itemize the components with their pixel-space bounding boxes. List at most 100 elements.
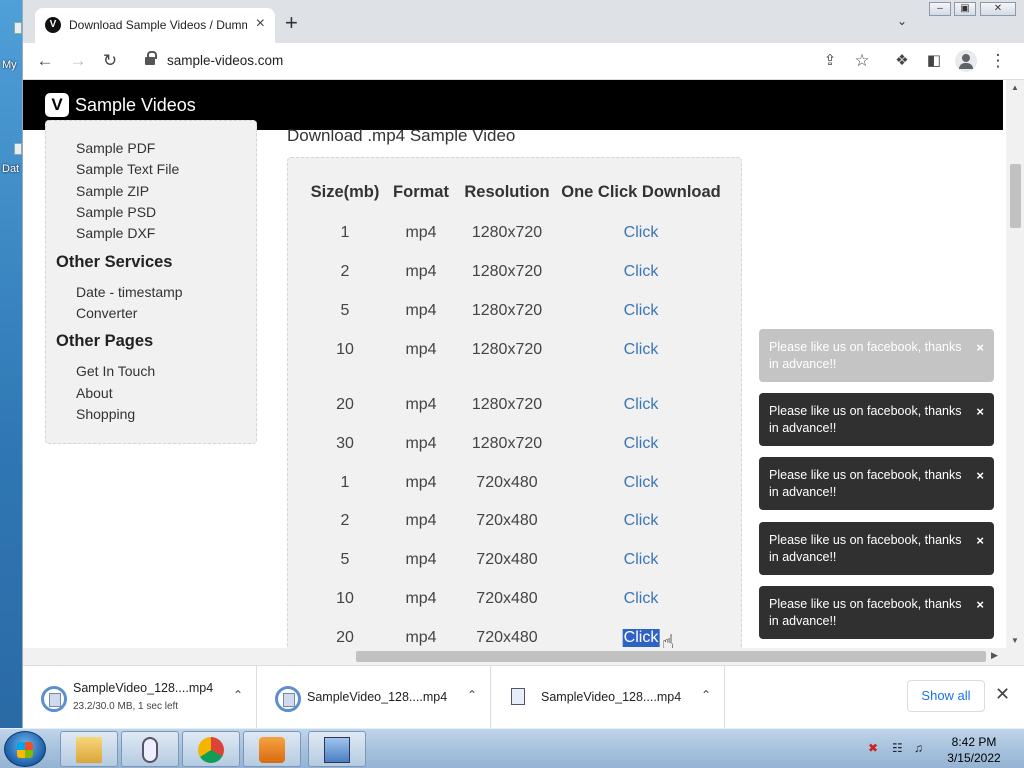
profile-avatar-icon[interactable]: [955, 50, 977, 72]
site-logo-icon[interactable]: V: [45, 93, 69, 117]
download-item[interactable]: SampleVideo_128....mp4 23.2/30.0 MB, 1 s…: [23, 666, 257, 729]
desktop-icon[interactable]: [14, 143, 22, 155]
scroll-down-arrow-icon[interactable]: ▼: [1011, 636, 1019, 645]
maximize-button[interactable]: ▣: [954, 2, 976, 16]
download-filename: SampleVideo_128....mp4: [541, 690, 682, 704]
facebook-toast: Please like us on facebook, thanks in ad…: [759, 586, 994, 639]
horizontal-scroll-thumb[interactable]: [356, 651, 986, 662]
horizontal-scrollbar[interactable]: ▶: [23, 648, 1024, 665]
download-click-link[interactable]: Click: [624, 341, 659, 359]
table-cell: mp4: [405, 590, 437, 607]
toast-message: Please like us on facebook, thanks in ad…: [769, 597, 962, 628]
site-favicon-icon: V: [45, 17, 61, 33]
scroll-up-arrow-icon[interactable]: ▲: [1011, 83, 1019, 92]
table-cell: 1: [340, 474, 350, 491]
chevron-up-icon[interactable]: ⌃: [467, 688, 477, 702]
sidebar-link-get-in-touch[interactable]: Get In Touch: [76, 363, 155, 379]
sidebar-link-sample-pdf[interactable]: Sample PDF: [76, 140, 155, 156]
close-window-button[interactable]: ✕: [980, 2, 1016, 16]
network-icon[interactable]: ☷: [892, 741, 906, 755]
download-progress-icon: [41, 686, 67, 712]
toast-close-icon[interactable]: ×: [976, 339, 984, 356]
table-cell: 2: [340, 512, 350, 529]
folder-icon: [76, 737, 102, 763]
reload-icon[interactable]: ↻: [100, 51, 120, 71]
sidebar-link-converter[interactable]: Converter: [76, 305, 137, 321]
taskbar-mouse-button[interactable]: [121, 731, 179, 767]
taskbar-remote-button[interactable]: [308, 731, 366, 767]
chevron-up-icon[interactable]: ⌃: [701, 688, 711, 702]
vertical-scrollbar[interactable]: ▲ ▼: [1006, 80, 1024, 648]
sidebar-link-sample-text-file[interactable]: Sample Text File: [76, 161, 179, 177]
toast-message: Please like us on facebook, thanks in ad…: [769, 340, 962, 371]
sidebar-link-shopping[interactable]: Shopping: [76, 406, 135, 422]
sidebar-link-date-timestamp[interactable]: Date - timestamp: [76, 284, 183, 300]
download-click-link[interactable]: Click: [624, 396, 659, 414]
new-tab-icon[interactable]: +: [285, 12, 298, 34]
sidebar-link-sample-dxf[interactable]: Sample DXF: [76, 225, 155, 241]
volume-icon[interactable]: ♫: [914, 741, 928, 755]
address-bar[interactable]: sample-videos.com: [167, 53, 283, 68]
facebook-toast: Please like us on facebook, thanks in ad…: [759, 457, 994, 510]
menu-kebab-icon[interactable]: ⋮: [988, 51, 1008, 71]
network-error-icon[interactable]: ✖: [868, 741, 882, 755]
download-click-link[interactable]: Click: [624, 512, 659, 530]
sidebar-link-about[interactable]: About: [76, 385, 113, 401]
taskbar-chrome-button[interactable]: [182, 731, 240, 767]
browser-tab[interactable]: V Download Sample Videos / Dummy Videos …: [35, 8, 275, 43]
tab-close-icon[interactable]: ×: [256, 15, 265, 33]
sidebar-heading-other-pages: Other Pages: [56, 332, 154, 350]
download-click-link[interactable]: Click: [624, 435, 659, 453]
lock-icon[interactable]: [145, 51, 157, 67]
download-item[interactable]: SampleVideo_128....mp4 ⌃: [257, 666, 491, 729]
back-arrow-icon[interactable]: ←: [35, 51, 55, 71]
toast-close-icon[interactable]: ×: [976, 596, 984, 613]
toast-close-icon[interactable]: ×: [976, 403, 984, 420]
download-click-link[interactable]: Click: [624, 302, 659, 320]
table-cell: 2: [340, 263, 350, 280]
clock-date: 3/15/2022: [947, 751, 1001, 765]
column-header: Format: [393, 183, 449, 201]
download-click-link[interactable]: Click: [624, 263, 659, 281]
table-cell: mp4: [405, 435, 437, 452]
side-panel-icon[interactable]: ◧: [924, 51, 944, 71]
desktop-icon-label: Dat: [2, 163, 20, 175]
close-downloads-icon[interactable]: ✕: [995, 684, 1010, 705]
clock[interactable]: 8:42 PM 3/15/2022: [936, 734, 1012, 766]
sidebar-link-sample-psd[interactable]: Sample PSD: [76, 204, 156, 220]
share-icon[interactable]: ⇪: [820, 51, 840, 71]
chevron-up-icon[interactable]: ⌃: [233, 688, 243, 702]
download-click-link[interactable]: Click: [622, 629, 660, 647]
taskbar: ✖ ☷ ♫ 8:42 PM 3/15/2022: [0, 728, 1024, 768]
taskbar-explorer-button[interactable]: [60, 731, 118, 767]
start-button[interactable]: [4, 731, 46, 767]
tab-search-chevron-icon[interactable]: ⌄: [897, 14, 907, 28]
taskbar-media-button[interactable]: [243, 731, 301, 767]
site-title[interactable]: Sample Videos: [75, 95, 196, 116]
desktop-icon[interactable]: [14, 22, 22, 34]
page-heading: Download .mp4 Sample Video: [287, 126, 516, 145]
extensions-puzzle-icon[interactable]: ❖: [892, 51, 912, 71]
download-item[interactable]: SampleVideo_128....mp4 ⌃: [491, 666, 725, 729]
table-cell: mp4: [405, 629, 437, 646]
minimize-button[interactable]: ‒: [929, 2, 951, 16]
chrome-icon: [198, 737, 224, 763]
table-cell: mp4: [405, 224, 437, 241]
scroll-right-arrow-icon[interactable]: ▶: [991, 650, 998, 661]
vertical-scroll-thumb[interactable]: [1010, 164, 1021, 228]
download-click-link[interactable]: Click: [624, 474, 659, 492]
desktop-icon-label: My: [2, 59, 17, 71]
tab-strip: V Download Sample Videos / Dummy Videos …: [23, 0, 1024, 43]
forward-arrow-icon[interactable]: →: [68, 51, 88, 71]
download-click-link[interactable]: Click: [624, 590, 659, 608]
show-all-button[interactable]: Show all: [907, 680, 985, 712]
download-click-link[interactable]: Click: [624, 224, 659, 242]
toast-close-icon[interactable]: ×: [976, 467, 984, 484]
toast-close-icon[interactable]: ×: [976, 532, 984, 549]
browser-window: V Download Sample Videos / Dummy Videos …: [22, 0, 1024, 729]
bookmark-star-icon[interactable]: ☆: [852, 51, 872, 71]
table-cell: 1280x720: [471, 302, 543, 319]
facebook-toast: Please like us on facebook, thanks in ad…: [759, 522, 994, 575]
download-click-link[interactable]: Click: [624, 551, 659, 569]
sidebar-link-sample-zip[interactable]: Sample ZIP: [76, 183, 149, 199]
